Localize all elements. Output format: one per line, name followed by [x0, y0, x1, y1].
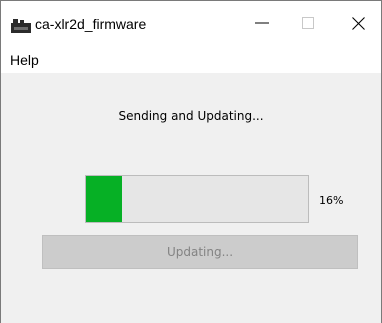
maximize-button — [285, 1, 331, 45]
progress-percent-label: 16% — [319, 194, 344, 207]
progress-bar — [85, 175, 309, 223]
client-area: Sending and Updating... 16% Updating... — [1, 73, 381, 323]
window-title: ca-xlr2d_firmware — [35, 16, 147, 32]
close-icon — [351, 16, 365, 30]
menu-item-help[interactable]: Help — [10, 52, 39, 68]
minimize-icon — [255, 22, 269, 24]
updating-button[interactable]: Updating... — [42, 235, 358, 269]
app-window: ca-xlr2d_firmware Help Sending and Updat… — [0, 0, 382, 323]
title-bar[interactable]: ca-xlr2d_firmware — [1, 1, 381, 45]
minimize-button[interactable] — [239, 1, 285, 45]
progress-bar-fill — [86, 176, 122, 222]
menu-bar: Help — [1, 45, 381, 69]
status-text: Sending and Updating... — [118, 109, 264, 123]
maximize-icon — [302, 17, 314, 29]
close-button[interactable] — [335, 1, 381, 45]
app-icon — [11, 19, 31, 33]
